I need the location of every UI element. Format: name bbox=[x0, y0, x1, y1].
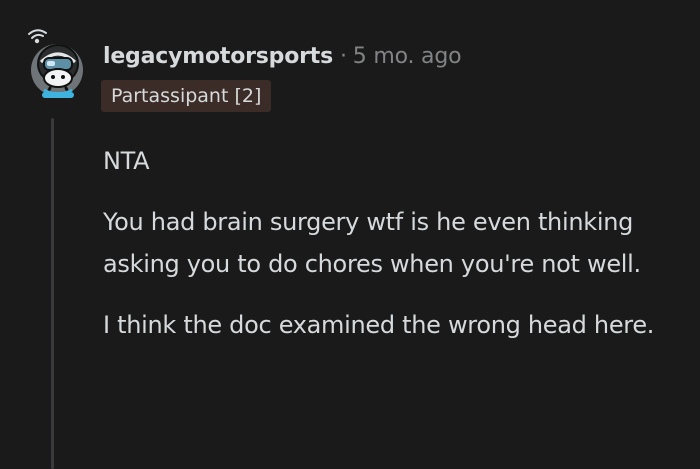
separator-dot: · bbox=[339, 43, 347, 69]
comment-body: NTA You had brain surgery wtf is he even… bbox=[103, 140, 683, 346]
thread-collapse-line[interactable] bbox=[51, 118, 54, 469]
comment-header: legacymotorsports · 5 mo. ago bbox=[103, 40, 462, 72]
comment-timestamp[interactable]: 5 mo. ago bbox=[353, 44, 462, 69]
snoo-helmet-avatar-icon bbox=[28, 29, 83, 98]
user-avatar[interactable] bbox=[24, 28, 88, 100]
comment-paragraph: NTA bbox=[103, 147, 150, 175]
comment-paragraph: I think the doc examined the wrong head … bbox=[103, 311, 655, 339]
comment: legacymotorsports · 5 mo. ago Partassipa… bbox=[0, 0, 700, 469]
user-flair: Partassipant [2] bbox=[101, 80, 272, 112]
comment-paragraph: You had brain surgery wtf is he even thi… bbox=[103, 208, 641, 278]
username-link[interactable]: legacymotorsports bbox=[103, 44, 333, 69]
